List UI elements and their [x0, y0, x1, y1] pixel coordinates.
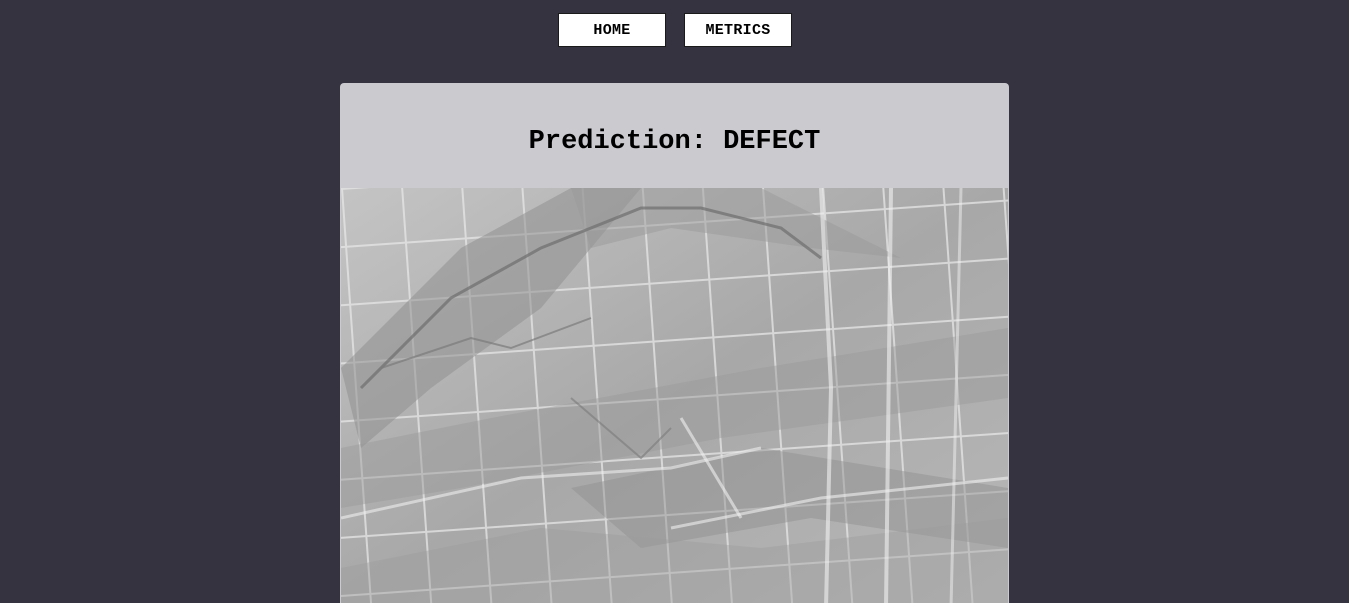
- prediction-title: Prediction: DEFECT: [528, 126, 821, 157]
- metrics-button[interactable]: METRICS: [684, 13, 792, 47]
- prediction-card: Prediction: DEFECT: [340, 83, 1009, 603]
- home-button[interactable]: HOME: [558, 13, 666, 47]
- inspected-fabric-image: [341, 188, 1008, 603]
- top-navigation: HOME METRICS: [0, 13, 1349, 49]
